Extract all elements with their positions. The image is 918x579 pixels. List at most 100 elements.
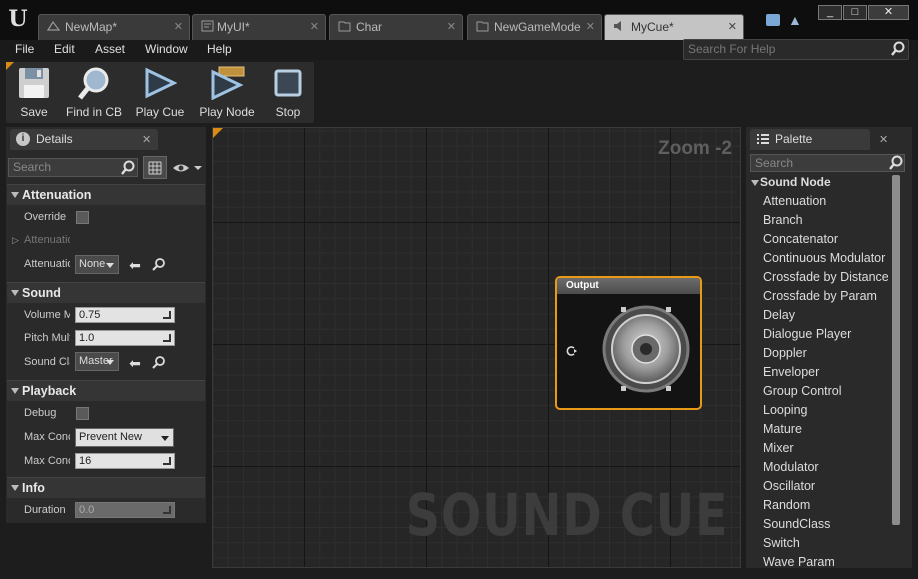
max-concurrent-rule-value: Prevent New bbox=[79, 431, 142, 443]
palette-item-crossfade-by-param[interactable]: Crossfade by Param bbox=[763, 289, 877, 303]
palette-item-branch[interactable]: Branch bbox=[763, 213, 803, 227]
menu-file[interactable]: File bbox=[15, 42, 34, 56]
max-concurrent-rule-combo[interactable]: Prevent New bbox=[75, 428, 174, 447]
attenuation-asset-combo[interactable]: None bbox=[75, 255, 119, 274]
close-icon[interactable]: ✕ bbox=[586, 15, 595, 39]
details-tab[interactable]: i Details bbox=[10, 129, 158, 150]
close-icon[interactable]: ✕ bbox=[879, 133, 888, 146]
minimize-button[interactable]: _ bbox=[818, 5, 842, 20]
details-search-input[interactable]: Search bbox=[8, 158, 138, 177]
max-concurrent-count-field[interactable]: 16 bbox=[75, 453, 175, 469]
override-attenuation-label: Override bbox=[24, 211, 67, 223]
chat-bubble-icon[interactable] bbox=[766, 14, 780, 26]
palette-item-crossfade-by-distance[interactable]: Crossfade by Distance bbox=[763, 270, 888, 284]
find-in-cb-button[interactable]: Find in CB bbox=[62, 62, 126, 123]
volume-multiplier-field[interactable]: 0.75 bbox=[75, 307, 175, 323]
palette-item-group-control[interactable]: Group Control bbox=[763, 384, 842, 398]
palette-item-concatenator[interactable]: Concatenator bbox=[763, 232, 838, 246]
palette-item-looping[interactable]: Looping bbox=[763, 403, 808, 417]
menu-edit[interactable]: Edit bbox=[54, 42, 75, 56]
palette-item-random[interactable]: Random bbox=[763, 498, 810, 512]
output-node[interactable]: Output bbox=[555, 276, 702, 410]
info-icon: i bbox=[16, 132, 30, 146]
menu-asset[interactable]: Asset bbox=[95, 42, 125, 56]
arrow-left-icon[interactable]: ⬅ bbox=[127, 257, 143, 273]
category-attenuation[interactable]: Attenuation bbox=[7, 184, 205, 205]
chevron-down-icon bbox=[106, 360, 114, 365]
palette-item-oscillator[interactable]: Oscillator bbox=[763, 479, 815, 493]
tab-char[interactable]: Char ✕ bbox=[329, 14, 463, 40]
palette-item-wave-param[interactable]: Wave Param bbox=[763, 555, 835, 567]
palette-item-mature[interactable]: Mature bbox=[763, 422, 802, 436]
category-info[interactable]: Info bbox=[7, 477, 205, 498]
chevron-down-icon bbox=[161, 436, 169, 441]
close-icon[interactable]: ✕ bbox=[142, 133, 151, 146]
level-icon bbox=[47, 20, 60, 31]
menu-help[interactable]: Help bbox=[207, 42, 232, 56]
pitch-multiplier-field[interactable]: 1.0 bbox=[75, 330, 175, 346]
blueprint-icon bbox=[476, 21, 489, 32]
tab-newgamemode[interactable]: NewGameMode ✕ bbox=[467, 14, 602, 40]
learning-cap-icon[interactable]: ▲ bbox=[788, 12, 804, 28]
tab-myui[interactable]: MyUI* ✕ bbox=[192, 14, 326, 40]
browse-search-icon[interactable] bbox=[151, 257, 167, 273]
close-window-button[interactable]: ✕ bbox=[868, 5, 909, 20]
play-node-label: Play Node bbox=[199, 105, 255, 119]
stop-button[interactable]: Stop bbox=[266, 62, 310, 123]
maximize-button[interactable]: □ bbox=[843, 5, 867, 20]
duration-label: Duration bbox=[24, 504, 66, 516]
palette-search-input[interactable]: Search bbox=[750, 154, 905, 172]
close-icon[interactable]: ✕ bbox=[310, 15, 319, 39]
play-node-button[interactable]: Play Node bbox=[194, 62, 260, 123]
find-in-content-browser-icon bbox=[78, 67, 109, 100]
category-playback[interactable]: Playback bbox=[7, 380, 205, 401]
sound-cue-graph[interactable]: Zoom -2 SOUND CUE Output bbox=[212, 127, 741, 568]
expand-arrow-icon[interactable]: ▷ bbox=[12, 235, 19, 246]
palette-item-modulator[interactable]: Modulator bbox=[763, 460, 819, 474]
close-icon[interactable]: ✕ bbox=[447, 15, 456, 39]
palette-item-attenuation[interactable]: Attenuation bbox=[763, 194, 826, 208]
unreal-logo-icon: U bbox=[8, 6, 28, 32]
pitch-multiplier-label: Pitch Multiplier bbox=[24, 332, 70, 344]
attenuation-settings-label: Attenuation bbox=[24, 258, 70, 270]
save-label: Save bbox=[20, 105, 48, 119]
tab-newmap[interactable]: NewMap* ✕ bbox=[38, 14, 190, 40]
palette-item-dialogue-player[interactable]: Dialogue Player bbox=[763, 327, 851, 341]
details-tab-label: Details bbox=[36, 132, 73, 146]
sound-class-combo[interactable]: Master bbox=[75, 352, 119, 371]
tab-mycue[interactable]: MyCue* ✕ bbox=[604, 14, 744, 40]
widget-blueprint-icon bbox=[201, 20, 214, 32]
input-pin-icon[interactable] bbox=[566, 345, 578, 357]
category-sound[interactable]: Sound bbox=[7, 282, 205, 303]
browse-search-icon[interactable] bbox=[151, 355, 167, 371]
palette-item-enveloper[interactable]: Enveloper bbox=[763, 365, 819, 379]
help-search-input[interactable]: Search For Help bbox=[683, 39, 909, 60]
palette-item-switch[interactable]: Switch bbox=[763, 536, 800, 550]
tab-label: Char bbox=[356, 20, 383, 34]
palette-scrollbar[interactable] bbox=[892, 175, 900, 525]
property-matrix-button[interactable] bbox=[143, 156, 167, 179]
override-attenuation-checkbox[interactable] bbox=[76, 211, 89, 224]
save-button[interactable]: Save bbox=[10, 62, 58, 123]
menu-window[interactable]: Window bbox=[145, 42, 188, 56]
play-cue-button[interactable]: Play Cue bbox=[132, 62, 188, 123]
play-cue-label: Play Cue bbox=[135, 105, 185, 119]
palette-item-doppler[interactable]: Doppler bbox=[763, 346, 807, 360]
debug-checkbox[interactable] bbox=[76, 407, 89, 420]
palette-item-continuous-modulator[interactable]: Continuous Modulator bbox=[763, 251, 885, 265]
palette-item-delay[interactable]: Delay bbox=[763, 308, 795, 322]
title-bar: U NewMap* ✕ MyUI* ✕ Char ✕ NewGameMode ✕… bbox=[0, 0, 918, 40]
palette-category-sound-node[interactable]: Sound Node bbox=[750, 175, 831, 189]
sound-cue-editor-window: U NewMap* ✕ MyUI* ✕ Char ✕ NewGameMode ✕… bbox=[0, 0, 918, 579]
palette-item-soundclass[interactable]: SoundClass bbox=[763, 517, 830, 531]
close-icon[interactable]: ✕ bbox=[728, 15, 737, 39]
tab-label: MyUI* bbox=[217, 20, 250, 34]
tab-label: MyCue* bbox=[631, 20, 674, 34]
arrow-left-icon[interactable]: ⬅ bbox=[127, 355, 143, 371]
attenuation-overrides-label: Attenuation Overrides bbox=[24, 234, 70, 246]
visibility-filter-button[interactable] bbox=[172, 160, 204, 176]
palette-tab[interactable]: Palette bbox=[750, 129, 870, 150]
palette-item-mixer[interactable]: Mixer bbox=[763, 441, 794, 455]
sound-class-label: Sound Class bbox=[24, 356, 70, 368]
close-icon[interactable]: ✕ bbox=[174, 15, 183, 39]
